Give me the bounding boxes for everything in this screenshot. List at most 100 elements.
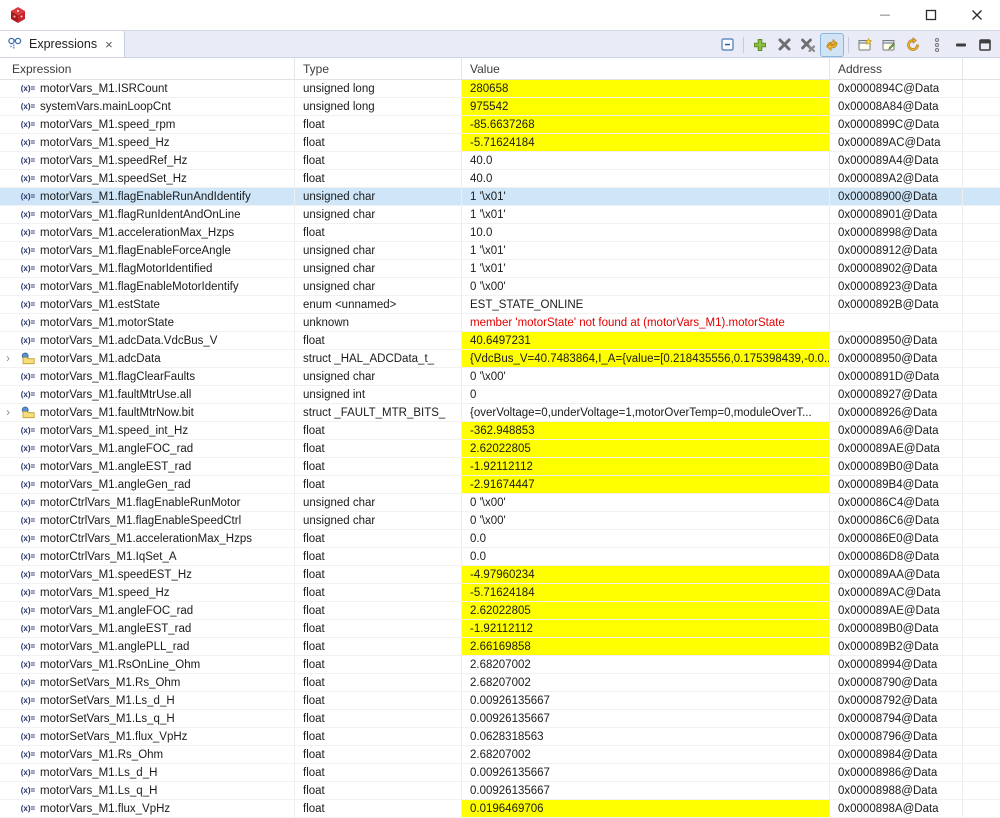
- column-header-value[interactable]: Value: [462, 58, 830, 79]
- table-row[interactable]: (x)= motorVars_M1.Ls_d_H float 0.0092613…: [0, 764, 1000, 782]
- value-cell[interactable]: -5.71624184: [462, 134, 830, 151]
- table-row[interactable]: (x)= motorVars_M1.speed_Hz float -5.7162…: [0, 134, 1000, 152]
- value-cell[interactable]: 2.62022805: [462, 602, 830, 619]
- value-cell[interactable]: -4.97960234: [462, 566, 830, 583]
- refresh-icon[interactable]: [821, 34, 843, 56]
- table-row[interactable]: (x)= motorVars_M1.angleFOC_rad float 2.6…: [0, 440, 1000, 458]
- value-cell[interactable]: 2.66169858: [462, 638, 830, 655]
- value-cell[interactable]: 0.0: [462, 548, 830, 565]
- window-close-button[interactable]: [954, 0, 1000, 30]
- table-row[interactable]: (x)= motorVars_M1.flagRunIdentAndOnLine …: [0, 206, 1000, 224]
- table-row[interactable]: (x)= motorVars_M1.adcData.VdcBus_V float…: [0, 332, 1000, 350]
- value-cell[interactable]: member 'motorState' not found at (motorV…: [462, 314, 830, 331]
- value-cell[interactable]: 1 '\x01': [462, 242, 830, 259]
- value-cell[interactable]: 40.6497231: [462, 332, 830, 349]
- value-cell[interactable]: 2.62022805: [462, 440, 830, 457]
- table-row[interactable]: (x)= systemVars.mainLoopCnt unsigned lon…: [0, 98, 1000, 116]
- table-row[interactable]: (x)= motorSetVars_M1.Ls_d_H float 0.0092…: [0, 692, 1000, 710]
- reload-icon[interactable]: [902, 34, 924, 56]
- value-cell[interactable]: 0.0: [462, 530, 830, 547]
- value-cell[interactable]: 0 '\x00': [462, 278, 830, 295]
- table-row[interactable]: (x)= motorSetVars_M1.flux_VpHz float 0.0…: [0, 728, 1000, 746]
- column-header-address[interactable]: Address: [830, 58, 963, 79]
- table-row[interactable]: › motorVars_M1.faultMtrNow.bit struct _F…: [0, 404, 1000, 422]
- window-minimize-button[interactable]: [862, 0, 908, 30]
- value-cell[interactable]: -1.92112112: [462, 620, 830, 637]
- table-row[interactable]: (x)= motorVars_M1.anglePLL_rad float 2.6…: [0, 638, 1000, 656]
- table-row[interactable]: (x)= motorVars_M1.flux_VpHz float 0.0196…: [0, 800, 1000, 818]
- expander-chevron-icon[interactable]: ›: [0, 407, 16, 419]
- value-cell[interactable]: 0.00926135667: [462, 782, 830, 799]
- value-cell[interactable]: 0.00926135667: [462, 764, 830, 781]
- value-cell[interactable]: -1.92112112: [462, 458, 830, 475]
- table-row[interactable]: › motorVars_M1.adcData struct _HAL_ADCDa…: [0, 350, 1000, 368]
- table-row[interactable]: (x)= motorCtrlVars_M1.accelerationMax_Hz…: [0, 530, 1000, 548]
- column-header-expression[interactable]: Expression: [0, 58, 295, 79]
- value-cell[interactable]: 0 '\x00': [462, 494, 830, 511]
- table-row[interactable]: (x)= motorVars_M1.flagEnableRunAndIdenti…: [0, 188, 1000, 206]
- table-row[interactable]: (x)= motorVars_M1.speed_rpm float -85.66…: [0, 116, 1000, 134]
- table-row[interactable]: (x)= motorVars_M1.ISRCount unsigned long…: [0, 80, 1000, 98]
- value-cell[interactable]: 1 '\x01': [462, 260, 830, 277]
- value-cell[interactable]: 2.68207002: [462, 746, 830, 763]
- pin-view-icon[interactable]: [878, 34, 900, 56]
- table-row[interactable]: (x)= motorVars_M1.faultMtrUse.all unsign…: [0, 386, 1000, 404]
- value-cell[interactable]: 2.68207002: [462, 674, 830, 691]
- table-row[interactable]: (x)= motorVars_M1.accelerationMax_Hzps f…: [0, 224, 1000, 242]
- value-cell[interactable]: 0.00926135667: [462, 692, 830, 709]
- value-cell[interactable]: 0.0628318563: [462, 728, 830, 745]
- table-row[interactable]: (x)= motorVars_M1.flagMotorIdentified un…: [0, 260, 1000, 278]
- table-row[interactable]: (x)= motorVars_M1.flagClearFaults unsign…: [0, 368, 1000, 386]
- remove-all-expressions-icon[interactable]: [797, 34, 819, 56]
- table-row[interactable]: (x)= motorVars_M1.angleGen_rad float -2.…: [0, 476, 1000, 494]
- table-row[interactable]: (x)= motorVars_M1.speed_Hz float -5.7162…: [0, 584, 1000, 602]
- table-row[interactable]: (x)= motorVars_M1.angleFOC_rad float 2.6…: [0, 602, 1000, 620]
- value-cell[interactable]: EST_STATE_ONLINE: [462, 296, 830, 313]
- add-expression-icon[interactable]: [749, 34, 771, 56]
- table-row[interactable]: (x)= motorVars_M1.estState enum <unnamed…: [0, 296, 1000, 314]
- table-row[interactable]: (x)= motorVars_M1.speedRef_Hz float 40.0…: [0, 152, 1000, 170]
- table-row[interactable]: (x)= motorVars_M1.Rs_Ohm float 2.6820700…: [0, 746, 1000, 764]
- tab-close-icon[interactable]: ×: [103, 37, 115, 52]
- view-menu-icon[interactable]: [926, 34, 948, 56]
- table-row[interactable]: (x)= motorVars_M1.RsOnLine_Ohm float 2.6…: [0, 656, 1000, 674]
- value-cell[interactable]: 1 '\x01': [462, 188, 830, 205]
- table-row[interactable]: (x)= motorSetVars_M1.Rs_Ohm float 2.6820…: [0, 674, 1000, 692]
- table-row[interactable]: (x)= motorVars_M1.motorState unknown mem…: [0, 314, 1000, 332]
- table-row[interactable]: (x)= motorCtrlVars_M1.flagEnableRunMotor…: [0, 494, 1000, 512]
- value-cell[interactable]: 280658: [462, 80, 830, 97]
- window-maximize-button[interactable]: [908, 0, 954, 30]
- new-expressions-view-icon[interactable]: [854, 34, 876, 56]
- value-cell[interactable]: 975542: [462, 98, 830, 115]
- value-cell[interactable]: 0.00926135667: [462, 710, 830, 727]
- table-row[interactable]: (x)= motorCtrlVars_M1.flagEnableSpeedCtr…: [0, 512, 1000, 530]
- table-row[interactable]: (x)= motorVars_M1.speedSet_Hz float 40.0…: [0, 170, 1000, 188]
- table-row[interactable]: (x)= motorVars_M1.Ls_q_H float 0.0092613…: [0, 782, 1000, 800]
- value-cell[interactable]: -362.948853: [462, 422, 830, 439]
- value-cell[interactable]: -85.6637268: [462, 116, 830, 133]
- value-cell[interactable]: 0 '\x00': [462, 512, 830, 529]
- remove-expression-icon[interactable]: [773, 34, 795, 56]
- collapse-all-icon[interactable]: [716, 34, 738, 56]
- value-cell[interactable]: {VdcBus_V=40.7483864,I_A={value=[0.21843…: [462, 350, 830, 367]
- value-cell[interactable]: -5.71624184: [462, 584, 830, 601]
- table-row[interactable]: (x)= motorVars_M1.speed_int_Hz float -36…: [0, 422, 1000, 440]
- table-row[interactable]: (x)= motorVars_M1.flagEnableForceAngle u…: [0, 242, 1000, 260]
- value-cell[interactable]: -2.91674447: [462, 476, 830, 493]
- table-row[interactable]: (x)= motorSetVars_M1.Ls_q_H float 0.0092…: [0, 710, 1000, 728]
- table-row[interactable]: (x)= motorCtrlVars_M1.IqSet_A float 0.0 …: [0, 548, 1000, 566]
- maximize-view-icon[interactable]: [974, 34, 996, 56]
- value-cell[interactable]: 10.0: [462, 224, 830, 241]
- expander-chevron-icon[interactable]: ›: [0, 353, 16, 365]
- value-cell[interactable]: 0: [462, 386, 830, 403]
- table-row[interactable]: (x)= motorVars_M1.speedEST_Hz float -4.9…: [0, 566, 1000, 584]
- value-cell[interactable]: 2.68207002: [462, 656, 830, 673]
- value-cell[interactable]: 1 '\x01': [462, 206, 830, 223]
- value-cell[interactable]: 0 '\x00': [462, 368, 830, 385]
- table-row[interactable]: (x)= motorVars_M1.flagEnableMotorIdentif…: [0, 278, 1000, 296]
- table-row[interactable]: (x)= motorVars_M1.angleEST_rad float -1.…: [0, 458, 1000, 476]
- column-header-type[interactable]: Type: [295, 58, 462, 79]
- tab-expressions[interactable]: Expressions ×: [0, 31, 125, 57]
- value-cell[interactable]: 40.0: [462, 170, 830, 187]
- minimize-view-icon[interactable]: [950, 34, 972, 56]
